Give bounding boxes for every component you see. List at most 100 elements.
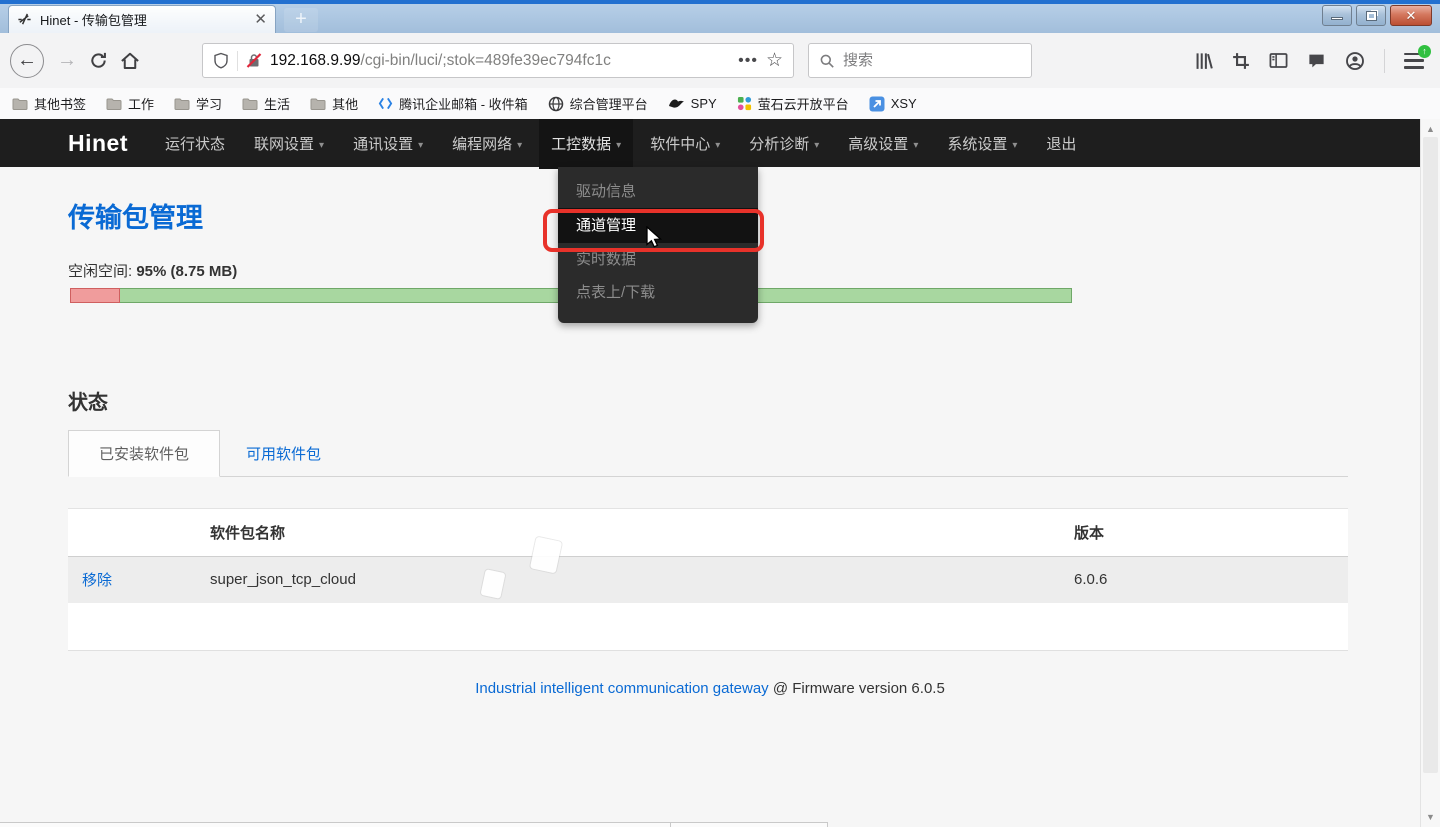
library-icon[interactable] [1194,51,1213,70]
page-viewport: Hinet 运行状态 联网设置▾ 通讯设置▾ 编程网络▾ 工控数据▾ 软件中心▾… [0,119,1420,827]
tab-available-packages[interactable]: 可用软件包 [220,431,347,476]
messages-icon[interactable] [1307,51,1326,70]
package-tabs: 已安装软件包 可用软件包 [68,433,1348,477]
bookmark-folder-other-bookmarks[interactable]: 其他书签 [12,94,86,113]
scroll-down-icon[interactable]: ▼ [1421,812,1440,822]
page-footer: Industrial intelligent communication gat… [0,680,1420,697]
bookmark-folder-study[interactable]: 学习 [174,94,222,113]
menu-analysis-diagnosis[interactable]: 分析诊断▾ [749,133,819,154]
toolbar-divider [1384,49,1385,73]
restore-button[interactable] [1356,5,1386,26]
gateway-link[interactable]: Industrial intelligent communication gat… [475,680,769,697]
restore-icon [1367,12,1376,20]
chevron-down-icon: ▾ [616,140,621,151]
sidebar-icon[interactable] [1269,51,1288,70]
menu-programming-network[interactable]: 编程网络▾ [452,133,522,154]
column-version: 版本 [1074,509,1348,556]
mouse-cursor [643,226,665,250]
window-accent-line [0,0,1440,4]
ezviz-icon [737,96,752,111]
tracking-shield-icon[interactable] [213,52,229,69]
chevron-down-icon: ▾ [1012,140,1017,151]
table-header-row: 软件包名称 版本 [68,509,1348,556]
search-input[interactable] [843,52,993,69]
free-space-value: 95% (8.75 MB) [136,263,237,280]
url-host: 192.168.9.99 [270,52,361,69]
urlbar-divider [237,51,238,71]
browser-toolbar: ← → 192.168.9.99/cgi-bin/luci/;stok=489f… [0,33,1440,88]
chevron-down-icon: ▾ [319,140,324,151]
screenshot-icon[interactable] [1232,52,1250,70]
menu-running-status[interactable]: 运行状态 [165,133,225,154]
insecure-lock-icon[interactable] [246,52,262,69]
column-package-name: 软件包名称 [210,509,1074,556]
url-text[interactable]: 192.168.9.99/cgi-bin/luci/;stok=489fe39e… [270,52,730,70]
bookmark-xsy[interactable]: XSY [869,96,917,112]
chevron-down-icon: ▾ [418,140,423,151]
vertical-scrollbar[interactable]: ▲ ▼ [1420,119,1440,827]
bookmark-folder-work[interactable]: 工作 [106,94,154,113]
window-titlebar: Hinet - 传输包管理 ✕ + ✕ [0,0,1440,33]
site-navbar: Hinet 运行状态 联网设置▾ 通讯设置▾ 编程网络▾ 工控数据▾ 软件中心▾… [0,119,1420,167]
url-bar[interactable]: 192.168.9.99/cgi-bin/luci/;stok=489fe39e… [202,43,794,78]
package-name-cell: super_json_tcp_cloud [210,556,1074,603]
bookmark-tencent-mail[interactable]: 腾讯企业邮箱 - 收件箱 [378,94,528,113]
url-path: /cgi-bin/luci/;stok=489fe39ec794fc1c [361,52,611,69]
menu-network-settings[interactable]: 联网设置▾ [254,133,324,154]
refresh-button[interactable] [82,51,114,70]
menu-advanced-settings[interactable]: 高级设置▾ [848,133,918,154]
firmware-version-text: @ Firmware version 6.0.5 [769,680,945,697]
site-logo[interactable]: Hinet [68,130,128,157]
dropdown-item-point-table[interactable]: 点表上/下载 [558,276,758,309]
home-button[interactable] [114,51,146,71]
browser-tab[interactable]: Hinet - 传输包管理 ✕ [8,5,276,33]
tab-close-icon[interactable]: ✕ [254,12,267,27]
bookmark-folder-life[interactable]: 生活 [242,94,290,113]
site-menu: 运行状态 联网设置▾ 通讯设置▾ 编程网络▾ 工控数据▾ 软件中心▾ 分析诊断▾… [165,133,1076,154]
tab-title: Hinet - 传输包管理 [40,10,246,29]
chevron-down-icon: ▾ [715,140,720,151]
bookmark-management-platform[interactable]: 综合管理平台 [548,94,648,113]
bookmark-folder-misc[interactable]: 其他 [310,94,358,113]
close-button[interactable]: ✕ [1390,5,1432,26]
menu-comm-settings[interactable]: 通讯设置▾ [353,133,423,154]
menu-industrial-data[interactable]: 工控数据▾ [551,133,621,154]
storage-used-segment [70,288,120,303]
spy-icon [668,97,685,110]
scroll-up-icon[interactable]: ▲ [1421,124,1440,134]
package-version-cell: 6.0.6 [1074,556,1348,603]
bookmark-spy[interactable]: SPY [668,96,717,111]
dropdown-item-driver-info[interactable]: 驱动信息 [558,175,758,208]
package-table: 软件包名称 版本 移除 super_json_tcp_cloud 6.0.6 [68,509,1348,603]
chevron-down-icon: ▾ [814,140,819,151]
forward-button: → [52,49,82,72]
menu-software-center[interactable]: 软件中心▾ [650,133,720,154]
menu-system-settings[interactable]: 系统设置▾ [947,133,1017,154]
update-badge-icon: ↑ [1418,45,1431,58]
search-icon [819,53,835,69]
bookmarks-bar: 其他书签 工作 学习 生活 其他 腾讯企业邮箱 - 收件箱 综合管理平台 SPY… [0,88,1440,119]
tencent-mail-icon [378,96,393,111]
minimize-icon [1331,17,1343,20]
account-icon[interactable] [1345,51,1365,71]
favicon-icon [17,12,32,27]
remove-link[interactable]: 移除 [82,572,112,589]
status-section-title: 状态 [68,386,1420,415]
page-actions-icon[interactable]: ••• [738,52,758,70]
bookmark-star-icon[interactable]: ☆ [766,49,783,72]
back-button[interactable]: ← [10,44,44,78]
globe-icon [548,96,564,112]
new-tab-button[interactable]: + [284,8,318,32]
table-footer-spacer [68,603,1348,651]
status-strip [0,822,828,827]
menu-logout[interactable]: 退出 [1046,133,1076,154]
bookmark-ezviz[interactable]: 萤石云开放平台 [737,94,849,113]
table-row: 移除 super_json_tcp_cloud 6.0.6 [68,556,1348,603]
chevron-down-icon: ▾ [517,140,522,151]
minimize-button[interactable] [1322,5,1352,26]
package-table-container: 软件包名称 版本 移除 super_json_tcp_cloud 6.0.6 [68,508,1348,651]
menu-icon[interactable]: ↑ [1404,53,1424,69]
search-bar[interactable] [808,43,1032,78]
scrollbar-thumb[interactable] [1423,137,1438,773]
tab-installed-packages[interactable]: 已安装软件包 [68,430,220,477]
